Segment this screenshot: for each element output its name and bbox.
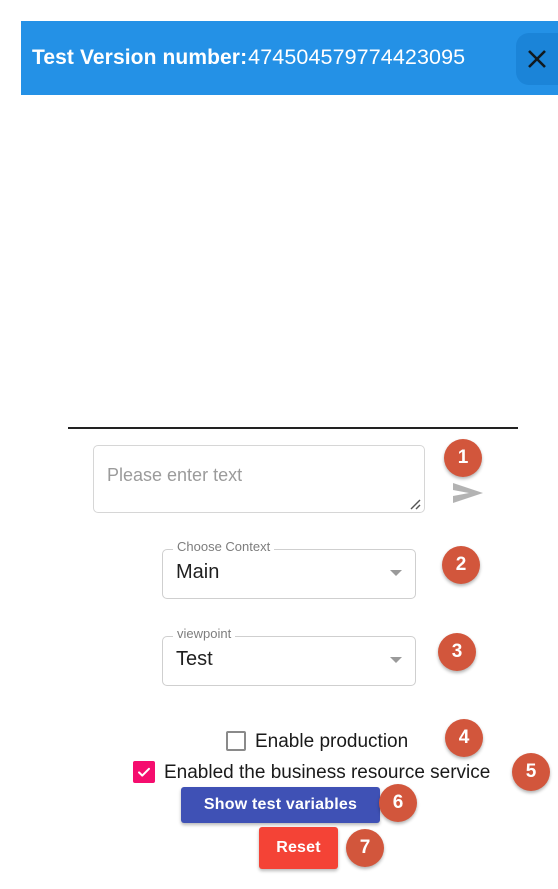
enable-production-checkbox[interactable]	[226, 731, 246, 751]
chevron-down-icon[interactable]	[390, 570, 402, 576]
reset-button[interactable]: Reset	[259, 827, 338, 869]
version-banner-text: Test Version number: 474504579774423095	[32, 47, 465, 69]
annotation-badge-1: 1	[444, 439, 482, 477]
choose-context-select[interactable]: Choose Context Main	[162, 540, 416, 599]
annotation-badge-4: 4	[445, 719, 483, 757]
message-input-wrapper: Please enter text	[93, 445, 425, 513]
annotation-badge-2: 2	[442, 546, 480, 584]
send-icon[interactable]	[449, 479, 487, 507]
chevron-down-icon[interactable]	[390, 657, 402, 663]
version-number-value: 474504579774423095	[248, 45, 466, 70]
annotation-badge-3: 3	[438, 633, 476, 671]
choose-context-label: Choose Context	[173, 540, 275, 553]
version-banner: Test Version number: 474504579774423095	[21, 21, 558, 95]
business-resource-service-row[interactable]: Enabled the business resource service	[133, 761, 490, 783]
check-icon	[138, 767, 150, 777]
section-divider	[68, 427, 518, 429]
business-resource-service-checkbox[interactable]	[133, 761, 155, 783]
viewpoint-value: Test	[176, 648, 213, 670]
annotation-badge-6: 6	[379, 784, 417, 822]
annotation-badge-5: 5	[512, 753, 550, 791]
annotation-badge-7: 7	[346, 829, 384, 867]
viewpoint-select[interactable]: viewpoint Test	[162, 627, 416, 686]
close-icon	[524, 46, 550, 72]
close-button[interactable]	[516, 33, 558, 85]
business-resource-service-label: Enabled the business resource service	[164, 761, 491, 783]
message-textarea-placeholder: Please enter text	[107, 465, 243, 485]
viewpoint-label: viewpoint	[173, 627, 236, 640]
version-banner-label: Test Version number:	[32, 46, 248, 70]
enable-production-row[interactable]: Enable production	[226, 731, 408, 751]
choose-context-value: Main	[176, 561, 220, 583]
show-test-variables-button[interactable]: Show test variables	[181, 787, 380, 823]
enable-production-label: Enable production	[255, 730, 409, 752]
resize-grip-icon[interactable]	[407, 496, 421, 510]
message-textarea[interactable]: Please enter text	[93, 445, 425, 513]
